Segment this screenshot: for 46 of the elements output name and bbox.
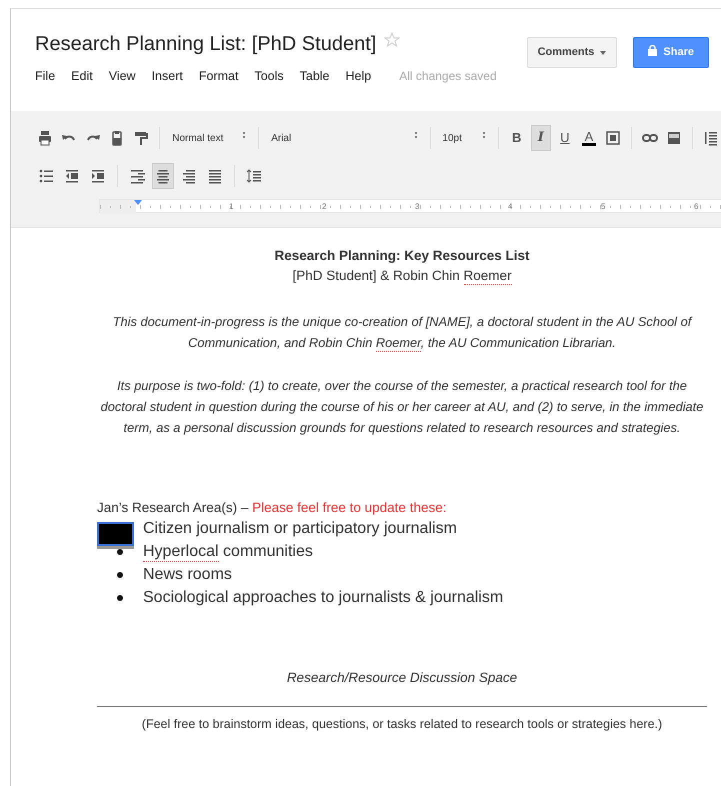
text-color-button[interactable]: A: [578, 125, 599, 151]
ruler[interactable]: 1 2 3 4 5 6: [99, 199, 721, 213]
bullet-icon: [117, 572, 123, 578]
research-areas-label: Jan’s Research Area(s) –: [97, 500, 250, 514]
menu-item[interactable]: Format: [198, 67, 238, 86]
section-heading: Research/Resource Discussion Space: [286, 668, 518, 687]
bold-button[interactable]: B: [506, 125, 527, 151]
menu-item[interactable]: File: [35, 67, 56, 86]
document-title[interactable]: Research Planning List: [PhD Student]: [35, 29, 376, 59]
ruler-number: 6: [694, 201, 698, 213]
ruler-number: 4: [508, 201, 512, 213]
dropdown-dots-icon: [482, 130, 486, 138]
bullet-icon: [117, 549, 123, 556]
document-heading: Research Planning: Key Resources List: [273, 247, 531, 265]
dropdown-dots-icon: [414, 130, 418, 138]
font-select[interactable]: Arial: [267, 130, 422, 146]
list-item: Hyperlocal communities: [143, 542, 313, 564]
save-status: All changes saved: [399, 68, 497, 86]
align-center-icon[interactable]: [152, 163, 174, 189]
intro-paragraph: Its purpose is two-fold: (1) to create, over the course of the semester, a practical research tool for the doctoral student in question during the course of his or her career at AU, and (2) to serve, in the immediate term, as a personal discussion grounds for questions related to research resources and strategies.: [100, 376, 704, 437]
size-select[interactable]: 10pt: [438, 130, 490, 146]
menu-item[interactable]: Insert: [152, 67, 183, 86]
caret-icon: [600, 51, 606, 55]
underline-button[interactable]: U: [554, 125, 575, 151]
ruler-number: 3: [415, 201, 420, 213]
comments-button[interactable]: Comments: [526, 37, 618, 68]
menu-item[interactable]: Table: [300, 67, 330, 86]
dropdown-dots-icon: [242, 130, 246, 138]
list-item: Sociological approaches to journalists & journalism: [143, 588, 504, 608]
list-item: Citizen journalism or participatory journalism: [143, 519, 457, 540]
intro-paragraph: This document-in-progress is the unique co-creation of [NAME], a doctoral student in the AU School of Communication, and Robin Chin Roemer, the AU Communication Librarian.: [112, 312, 694, 352]
ruler-number: 1: [229, 201, 234, 213]
ruler-number: 5: [601, 201, 606, 213]
update-note: Please feel free to update these:: [252, 500, 446, 514]
lock-icon: [648, 45, 658, 56]
menu-item[interactable]: Tools: [254, 67, 284, 86]
italic-button[interactable]: I: [530, 125, 551, 151]
menu-item[interactable]: Edit: [71, 67, 93, 86]
list-item: News rooms: [143, 565, 232, 586]
menu-item[interactable]: View: [108, 67, 136, 86]
prompt-text: (Feel free to brainstorm ideas, questions, or tasks related to research tools or strategies here.): [140, 716, 664, 733]
bullet-icon: [117, 595, 123, 602]
ruler-number: 2: [322, 201, 326, 213]
menu-item[interactable]: Help: [346, 67, 372, 86]
document-subheading: [PhD Student] & Robin Chin Roemer: [291, 267, 513, 286]
style-select[interactable]: Normal text: [168, 130, 250, 146]
